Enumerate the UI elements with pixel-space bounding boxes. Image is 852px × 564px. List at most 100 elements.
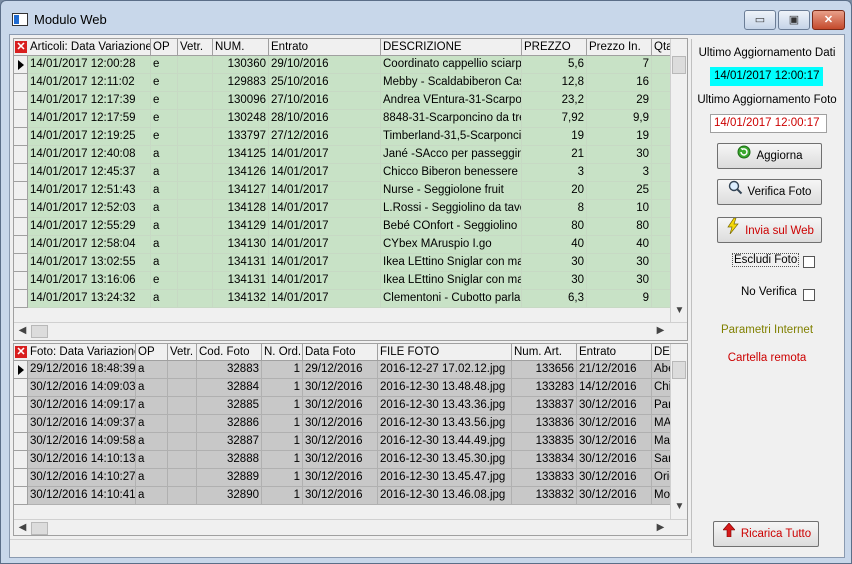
table-cell[interactable]: 14/01/2017 12:40:08 — [28, 146, 151, 164]
table-cell[interactable]: 20 — [522, 182, 587, 200]
table-cell[interactable] — [178, 164, 213, 182]
column-header[interactable]: OP — [136, 344, 168, 361]
table-cell[interactable]: 14/01/2017 — [269, 236, 381, 254]
table-row[interactable]: 14/01/2017 13:24:32 a 134132 14/01/2017 Clem… — [14, 290, 682, 308]
table-cell[interactable]: 32887 — [197, 433, 262, 451]
scroll-left-arrow-icon[interactable]: ◀ — [14, 522, 31, 533]
table-cell[interactable]: a — [136, 397, 168, 415]
row-selector[interactable] — [14, 164, 28, 182]
table-cell[interactable]: L.Rossi - Seggiolino da tavola — [381, 200, 522, 218]
table-cell[interactable]: 133832 — [512, 487, 577, 505]
table-cell[interactable]: 40 — [587, 236, 652, 254]
table-cell[interactable]: 30/12/2016 — [577, 469, 652, 487]
table-cell[interactable] — [178, 290, 213, 308]
table-cell[interactable]: 2016-12-30 13.46.08.jpg — [378, 487, 512, 505]
table-cell[interactable] — [178, 272, 213, 290]
row-selector[interactable] — [14, 415, 28, 433]
table-cell[interactable]: 30/12/2016 14:09:17 — [28, 397, 136, 415]
table-row[interactable]: 14/01/2017 12:40:08 a 134125 14/01/2017 Jané… — [14, 146, 682, 164]
close-button[interactable]: ✕ — [812, 10, 845, 30]
table-cell[interactable]: 14/01/2017 — [269, 164, 381, 182]
table-cell[interactable]: 30/12/2016 — [303, 397, 378, 415]
table-cell[interactable] — [178, 92, 213, 110]
column-header[interactable]: Entrato — [269, 39, 381, 56]
table-row[interactable]: 30/12/2016 14:09:17 a 32885 1 30/12/2016 2016… — [14, 397, 682, 415]
table-cell[interactable]: 14/01/2017 13:16:06 — [28, 272, 151, 290]
table-cell[interactable]: 30/12/2016 14:09:58 — [28, 433, 136, 451]
ricarica-tutto-button[interactable]: Ricarica Tutto — [713, 521, 819, 547]
table-cell[interactable]: 14/01/2017 — [269, 182, 381, 200]
table-cell[interactable]: 14/01/2017 12:55:29 — [28, 218, 151, 236]
table-cell[interactable]: 14/01/2017 — [269, 200, 381, 218]
row-selector[interactable] — [14, 397, 28, 415]
table-cell[interactable]: 1 — [262, 487, 303, 505]
table-cell[interactable]: 30/12/2016 14:09:03 — [28, 379, 136, 397]
table-cell[interactable]: 8848-31-Scarponcino da trek — [381, 110, 522, 128]
table-cell[interactable]: 134131 — [213, 254, 269, 272]
scroll-thumb[interactable] — [31, 522, 48, 535]
table-cell[interactable]: 32886 — [197, 415, 262, 433]
table-cell[interactable]: 30/12/2016 14:10:41 — [28, 487, 136, 505]
photos-vertical-scrollbar[interactable]: ▼ — [670, 344, 687, 520]
table-row[interactable]: 14/01/2017 12:52:03 a 134128 14/01/2017 L.Ro… — [14, 200, 682, 218]
table-cell[interactable]: a — [151, 236, 178, 254]
table-cell[interactable] — [178, 56, 213, 74]
scroll-right-arrow-icon[interactable]: ▶ — [652, 325, 669, 336]
row-selector[interactable] — [14, 110, 28, 128]
table-cell[interactable]: a — [136, 361, 168, 379]
table-cell[interactable]: 14/01/2017 12:00:28 — [28, 56, 151, 74]
row-selector[interactable] — [14, 451, 28, 469]
column-header[interactable]: Vetr. — [168, 344, 197, 361]
table-cell[interactable]: 30/12/2016 — [577, 397, 652, 415]
table-cell[interactable]: 130248 — [213, 110, 269, 128]
table-cell[interactable]: 29 — [587, 92, 652, 110]
table-cell[interactable]: 32890 — [197, 487, 262, 505]
table-cell[interactable]: 10 — [587, 200, 652, 218]
table-row[interactable]: 30/12/2016 14:09:03 a 32884 1 30/12/2016 2016… — [14, 379, 682, 397]
table-cell[interactable]: 7,92 — [522, 110, 587, 128]
column-header[interactable]: N. Ord. — [262, 344, 303, 361]
table-cell[interactable]: 30/12/2016 — [577, 451, 652, 469]
table-cell[interactable]: 23,2 — [522, 92, 587, 110]
table-cell[interactable]: Chicco Biberon benessere 0+ — [381, 164, 522, 182]
table-cell[interactable]: 134126 — [213, 164, 269, 182]
table-cell[interactable]: e — [151, 110, 178, 128]
escludi-foto-checkbox[interactable] — [803, 256, 815, 268]
table-cell[interactable]: 25 — [587, 182, 652, 200]
table-cell[interactable]: 16 — [587, 74, 652, 92]
table-row[interactable]: 14/01/2017 12:51:43 a 134127 14/01/2017 Nurs… — [14, 182, 682, 200]
table-cell[interactable]: 14/01/2017 13:02:55 — [28, 254, 151, 272]
table-cell[interactable]: 133797 — [213, 128, 269, 146]
table-cell[interactable]: Bebé COnfort - Seggiolino auto — [381, 218, 522, 236]
table-cell[interactable]: e — [151, 74, 178, 92]
table-cell[interactable]: 14/01/2017 12:58:04 — [28, 236, 151, 254]
table-cell[interactable]: 8 — [522, 200, 587, 218]
table-cell[interactable]: 30/12/2016 — [303, 433, 378, 451]
column-header[interactable]: PREZZO — [522, 39, 587, 56]
table-cell[interactable]: Nurse - Seggiolone fruit — [381, 182, 522, 200]
table-cell[interactable] — [178, 218, 213, 236]
verifica-foto-button[interactable]: Verifica Foto — [717, 179, 822, 205]
table-cell[interactable]: a — [151, 182, 178, 200]
row-selector[interactable] — [14, 74, 28, 92]
table-cell[interactable]: 134129 — [213, 218, 269, 236]
table-cell[interactable]: 2016-12-30 13.45.30.jpg — [378, 451, 512, 469]
clear-filter-icon[interactable]: ✕ — [15, 41, 27, 53]
table-cell[interactable]: 30 — [587, 254, 652, 272]
table-row[interactable]: 14/01/2017 12:45:37 a 134126 14/01/2017 Chic… — [14, 164, 682, 182]
table-cell[interactable] — [178, 236, 213, 254]
table-cell[interactable]: 30/12/2016 — [303, 487, 378, 505]
row-selector[interactable] — [14, 487, 28, 505]
table-cell[interactable]: Ikea LEttino Sniglar con ma t — [381, 272, 522, 290]
column-header[interactable]: FILE FOTO — [378, 344, 512, 361]
table-cell[interactable]: 30/12/2016 14:10:27 — [28, 469, 136, 487]
maximize-button[interactable]: ▣ — [778, 10, 810, 30]
table-cell[interactable]: 133834 — [512, 451, 577, 469]
table-cell[interactable]: Timberland-31,5-Scarponcino — [381, 128, 522, 146]
table-cell[interactable]: 3 — [522, 164, 587, 182]
table-cell[interactable] — [178, 110, 213, 128]
table-cell[interactable]: 134128 — [213, 200, 269, 218]
table-cell[interactable]: e — [151, 272, 178, 290]
row-selector[interactable] — [14, 379, 28, 397]
table-cell[interactable]: Clementoni - Cubotto parlante — [381, 290, 522, 308]
